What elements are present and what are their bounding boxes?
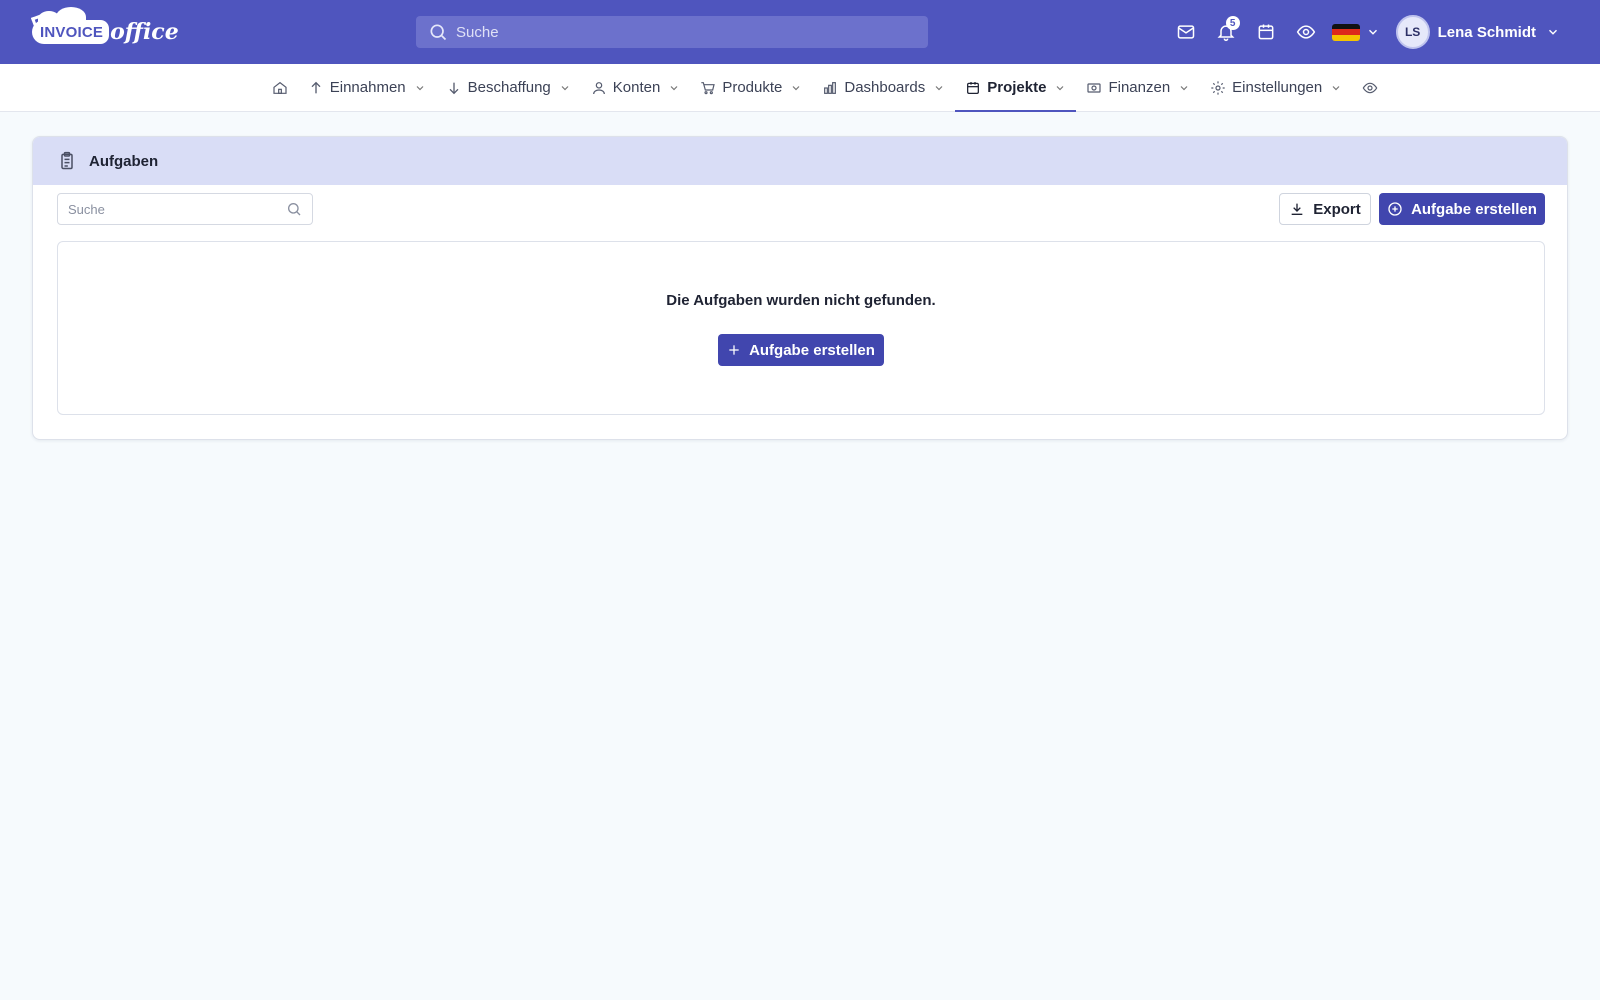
user-menu[interactable]: LS Lena Schmidt xyxy=(1395,15,1560,49)
nav-home[interactable] xyxy=(262,64,298,112)
nav-dashboards[interactable]: Dashboards xyxy=(812,64,955,112)
create-task-label: Aufgabe erstellen xyxy=(1411,200,1537,218)
search-icon xyxy=(288,203,301,216)
search-icon xyxy=(430,24,447,41)
cart-icon xyxy=(701,81,716,94)
nav-label: Einnahmen xyxy=(329,79,406,96)
chevron-down-icon xyxy=(935,85,943,90)
empty-message: Die Aufgaben wurden nicht gefunden. xyxy=(666,292,936,309)
chevron-down-icon xyxy=(561,85,569,90)
card-header: Aufgaben xyxy=(33,137,1567,185)
money-icon xyxy=(1087,82,1102,93)
arrow-up-icon xyxy=(311,81,321,93)
nav-label: Finanzen xyxy=(1108,79,1171,96)
avatar: LS xyxy=(1395,15,1430,49)
home-icon xyxy=(273,81,287,94)
chevron-down-icon xyxy=(1368,29,1377,35)
language-selector[interactable] xyxy=(1331,23,1380,41)
nav-preview[interactable] xyxy=(1352,64,1388,112)
empty-create-task-button[interactable]: Aufgabe erstellen xyxy=(718,334,884,366)
task-search-input[interactable] xyxy=(68,201,286,217)
nav-projekte[interactable]: Projekte xyxy=(955,64,1077,112)
chevron-down-icon xyxy=(416,85,424,90)
chart-icon xyxy=(824,81,837,94)
calendar-icon xyxy=(967,81,980,94)
nav-label: Konten xyxy=(612,79,661,96)
empty-create-task-label: Aufgabe erstellen xyxy=(749,341,875,359)
chevron-down-icon xyxy=(1180,85,1188,90)
eye-icon xyxy=(1362,82,1378,93)
eye-icon xyxy=(1296,25,1315,39)
empty-state: Die Aufgaben wurden nicht gefunden. Aufg… xyxy=(57,241,1545,415)
nav-label: Dashboards xyxy=(844,79,926,96)
preview-button[interactable] xyxy=(1286,12,1326,52)
invoiceoffice-logo[interactable]: INVOICE office xyxy=(30,7,182,50)
nav-label: Projekte xyxy=(987,79,1047,96)
logo-cloud: INVOICE office xyxy=(30,7,179,45)
gear-icon xyxy=(1211,80,1225,95)
calendar-icon xyxy=(1258,24,1274,40)
task-search[interactable] xyxy=(57,193,313,225)
nav-einnahmen[interactable]: Einnahmen xyxy=(298,64,436,112)
user-icon xyxy=(592,81,605,94)
nav-finanzen[interactable]: Finanzen xyxy=(1076,64,1200,112)
clipboard-icon xyxy=(61,151,73,170)
top-bar: INVOICE office 5 LS Lena Schmidt xyxy=(0,0,1600,64)
chevron-down-icon xyxy=(1549,29,1557,35)
nav-einstellungen[interactable]: Einstellungen xyxy=(1200,64,1352,112)
nav-konten[interactable]: Konten xyxy=(581,64,691,112)
global-search-input[interactable] xyxy=(456,23,916,41)
logo-office-text: office xyxy=(110,19,179,45)
header-actions: 5 LS Lena Schmidt xyxy=(1166,0,1560,64)
logo-invoice-text: INVOICE xyxy=(32,7,110,44)
chevron-down-icon xyxy=(670,85,678,90)
notifications-badge: 5 xyxy=(1225,16,1240,30)
notifications-button[interactable]: 5 xyxy=(1206,12,1246,52)
arrow-down-icon xyxy=(449,82,459,94)
nav-label: Einstellungen xyxy=(1232,79,1323,96)
user-name: Lena Schmidt xyxy=(1437,23,1536,41)
mail-icon xyxy=(1177,25,1194,39)
chevron-down-icon xyxy=(792,85,800,90)
export-button[interactable]: Export xyxy=(1279,193,1371,225)
mail-button[interactable] xyxy=(1166,12,1206,52)
global-search[interactable] xyxy=(416,16,928,48)
tasks-card: Aufgaben Export Aufgabe erstellen Die Au… xyxy=(32,136,1568,440)
chevron-down-icon xyxy=(1057,85,1064,90)
nav-label: Beschaffung xyxy=(467,79,551,96)
create-task-button[interactable]: Aufgabe erstellen xyxy=(1379,193,1545,225)
page-title: Aufgaben xyxy=(89,152,159,170)
card-toolbar: Export Aufgabe erstellen xyxy=(33,185,1567,241)
nav-label: Produkte xyxy=(722,79,783,96)
nav-produkte[interactable]: Produkte xyxy=(690,64,812,112)
plus-circle-icon xyxy=(1388,202,1402,216)
flag-de-icon xyxy=(1331,23,1360,41)
main-nav: Einnahmen Beschaffung Konten Produkte Da… xyxy=(0,64,1600,112)
export-label: Export xyxy=(1313,200,1361,218)
plus-icon xyxy=(729,345,739,355)
chevron-down-icon xyxy=(1332,85,1340,90)
nav-beschaffung[interactable]: Beschaffung xyxy=(436,64,581,112)
calendar-button[interactable] xyxy=(1246,12,1286,52)
download-icon xyxy=(1291,203,1303,215)
